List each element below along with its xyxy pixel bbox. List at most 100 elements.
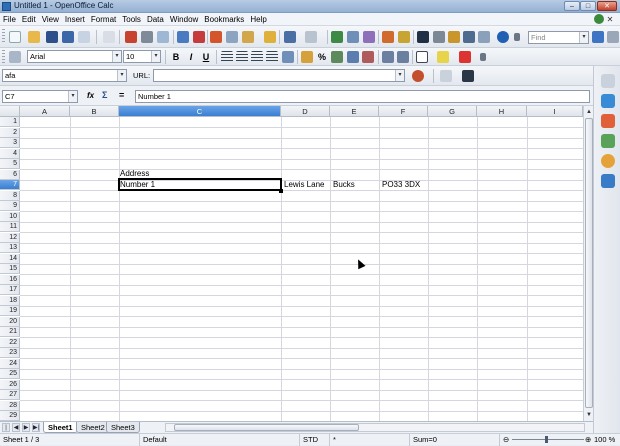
email-icon[interactable]: [78, 31, 90, 43]
spellcheck-icon[interactable]: [177, 31, 189, 43]
row-header-18[interactable]: 18: [0, 296, 20, 306]
toolbar-options-icon[interactable]: [514, 33, 520, 41]
autospell-icon[interactable]: [193, 31, 205, 43]
zoom-slider-thumb[interactable]: [545, 436, 548, 443]
menu-insert[interactable]: Insert: [62, 13, 88, 26]
row-header-1[interactable]: 1: [0, 117, 20, 127]
zoom-out-icon[interactable]: ⊖: [503, 434, 509, 445]
sort-descending-icon[interactable]: [363, 31, 375, 43]
status-page-style[interactable]: Default: [140, 434, 300, 446]
row-header-3[interactable]: 3: [0, 138, 20, 148]
styles-icon[interactable]: [601, 114, 615, 128]
chevron-down-icon[interactable]: ▾: [395, 70, 404, 81]
column-header-b[interactable]: B: [70, 106, 119, 117]
redo-icon[interactable]: [305, 31, 317, 43]
cell-f7[interactable]: PO33 3DX: [381, 180, 428, 190]
cell-d7[interactable]: Lewis Lane: [283, 180, 330, 190]
borders-icon[interactable]: [416, 51, 428, 63]
row-header-2[interactable]: 2: [0, 128, 20, 138]
draw-functions-icon[interactable]: [398, 31, 410, 43]
tab-sheet1[interactable]: Sheet1: [43, 422, 78, 433]
first-sheet-icon[interactable]: |◀: [2, 423, 10, 440]
column-header-f[interactable]: F: [379, 106, 428, 117]
menu-tools[interactable]: Tools: [119, 13, 144, 26]
column-header-a[interactable]: A: [20, 106, 70, 117]
link-insert-icon[interactable]: [440, 70, 452, 82]
row-header-27[interactable]: 27: [0, 390, 20, 400]
increase-indent-icon[interactable]: [397, 51, 409, 63]
data-sources-icon[interactable]: [463, 31, 475, 43]
row-header-8[interactable]: 8: [0, 191, 20, 201]
gallery-icon[interactable]: [448, 31, 460, 43]
vertical-scroll-thumb[interactable]: [585, 118, 593, 408]
row-header-5[interactable]: 5: [0, 159, 20, 169]
chevron-down-icon[interactable]: ▾: [112, 51, 121, 62]
extension-update-icon[interactable]: [594, 14, 604, 24]
navigator-icon[interactable]: [601, 154, 615, 168]
minimize-button[interactable]: –: [564, 1, 580, 11]
align-right-icon[interactable]: [251, 51, 263, 63]
menu-edit[interactable]: Edit: [19, 13, 39, 26]
properties-icon[interactable]: [601, 94, 615, 108]
chevron-down-icon[interactable]: ▾: [68, 91, 77, 102]
edit-file-icon[interactable]: [103, 31, 115, 43]
zoom-level[interactable]: 100 %: [594, 434, 615, 445]
vertical-scrollbar[interactable]: ▲ ▼: [583, 106, 593, 421]
row-header-29[interactable]: 29: [0, 411, 20, 421]
merge-cells-icon[interactable]: [282, 51, 294, 63]
find-link-icon[interactable]: [462, 70, 474, 82]
url-name-field[interactable]: afa ▾: [2, 69, 127, 82]
hyperlink-icon[interactable]: [331, 31, 343, 43]
tab-sheet3[interactable]: Sheet3: [106, 422, 140, 433]
row-header-4[interactable]: 4: [0, 149, 20, 159]
find-replace-icon[interactable]: [417, 31, 429, 43]
page-preview-icon[interactable]: [157, 31, 169, 43]
fill-handle[interactable]: [279, 189, 283, 193]
function-wizard-icon[interactable]: fx: [87, 91, 94, 100]
chevron-down-icon[interactable]: ▾: [151, 51, 160, 62]
horizontal-scrollbar[interactable]: [165, 423, 585, 432]
row-header-10[interactable]: 10: [0, 212, 20, 222]
zoom-icon[interactable]: [478, 31, 490, 43]
menu-data[interactable]: Data: [144, 13, 167, 26]
chevron-down-icon[interactable]: ▾: [117, 70, 126, 81]
row-header-26[interactable]: 26: [0, 380, 20, 390]
gallery-icon[interactable]: [601, 134, 615, 148]
align-left-icon[interactable]: [221, 51, 233, 63]
undo-icon[interactable]: [284, 31, 296, 43]
chart-icon[interactable]: [382, 31, 394, 43]
row-header-25[interactable]: 25: [0, 369, 20, 379]
row-header-16[interactable]: 16: [0, 275, 20, 285]
paste-icon[interactable]: [242, 31, 254, 43]
underline-button[interactable]: U: [200, 51, 212, 63]
formula-input[interactable]: Number 1: [135, 90, 590, 103]
background-color-icon[interactable]: [437, 51, 449, 63]
select-all-corner[interactable]: [0, 106, 20, 117]
print-icon[interactable]: [141, 31, 153, 43]
menu-file[interactable]: File: [0, 13, 19, 26]
standard-format-icon[interactable]: [331, 51, 343, 63]
toolbar-grip[interactable]: [2, 29, 5, 43]
prev-sheet-icon[interactable]: ◀: [12, 423, 20, 432]
next-sheet-icon[interactable]: ▶: [22, 423, 30, 432]
percent-format-button[interactable]: %: [316, 51, 328, 63]
column-header-g[interactable]: G: [428, 106, 477, 117]
name-box[interactable]: C7 ▾: [2, 90, 78, 103]
formula-equals-icon[interactable]: =: [119, 90, 124, 100]
horizontal-scroll-thumb[interactable]: [174, 424, 359, 431]
row-header-24[interactable]: 24: [0, 359, 20, 369]
sum-icon[interactable]: Σ: [102, 90, 107, 100]
font-size-combo[interactable]: 10 ▾: [123, 50, 161, 63]
menu-window[interactable]: Window: [167, 13, 201, 26]
close-button[interactable]: ✕: [597, 1, 617, 11]
menu-view[interactable]: View: [39, 13, 62, 26]
row-header-9[interactable]: 9: [0, 201, 20, 211]
italic-button[interactable]: I: [185, 51, 197, 63]
menu-format[interactable]: Format: [88, 13, 119, 26]
column-header-c[interactable]: C: [119, 106, 281, 117]
export-pdf-icon[interactable]: [125, 31, 137, 43]
url-field[interactable]: ▾: [153, 69, 405, 82]
row-header-17[interactable]: 17: [0, 285, 20, 295]
toolbar-options-icon[interactable]: [480, 53, 486, 61]
row-header-13[interactable]: 13: [0, 243, 20, 253]
